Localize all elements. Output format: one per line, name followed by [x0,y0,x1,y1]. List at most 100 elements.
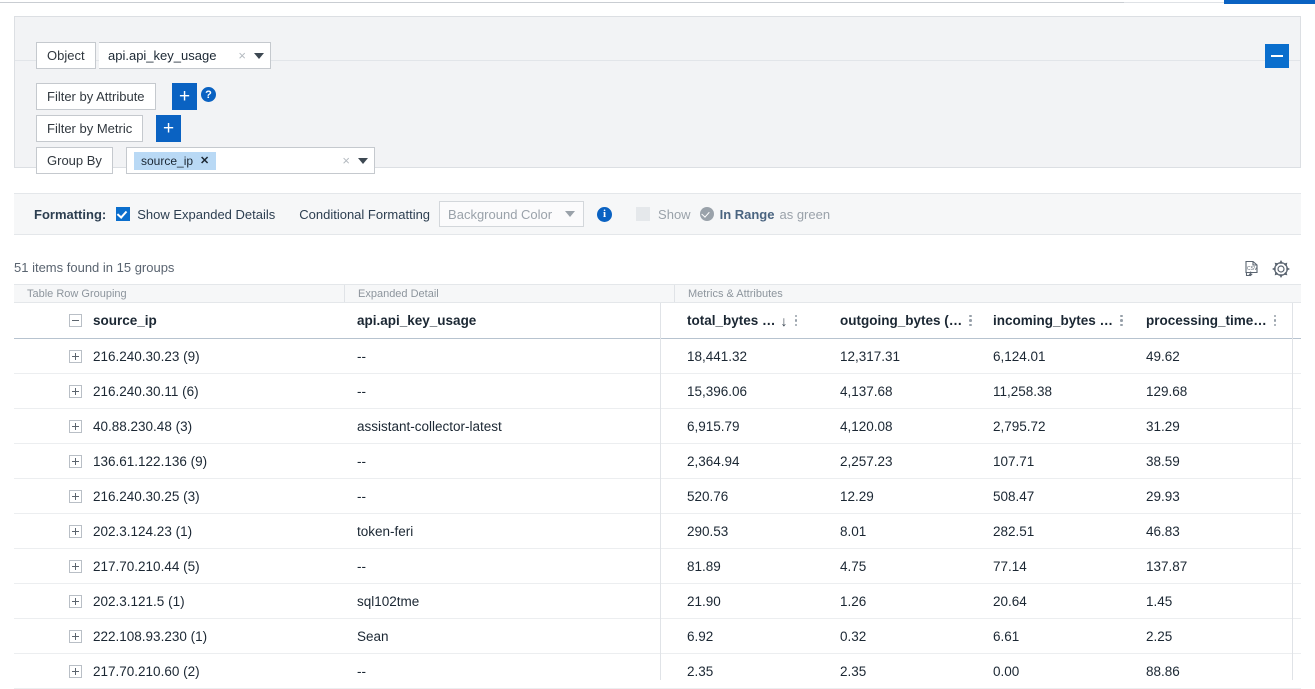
table-row[interactable]: 222.108.93.230 (1)Sean6.920.326.612.25 [14,619,1301,654]
cell-source-ip-label: 216.240.30.23 (9) [93,349,200,364]
column-header-expanded-detail[interactable]: api.api_key_usage [344,303,674,338]
column-header-processing-time[interactable]: processing_time… [1133,303,1286,338]
column-header-outgoing-bytes[interactable]: outgoing_bytes (… [827,303,980,338]
cell-incoming-bytes: 6,124.01 [980,349,1133,364]
show-expanded-details-label[interactable]: Show Expanded Details [137,207,275,222]
table-row[interactable]: 216.240.30.25 (3)--520.7612.29508.4729.9… [14,479,1301,514]
table-row[interactable]: 217.70.210.44 (5)--81.894.7577.14137.87 [14,549,1301,584]
cell-expanded-detail: -- [344,489,674,504]
cell-processing-time: 2.25 [1133,629,1286,644]
show-range-checkbox[interactable] [636,207,650,221]
chevron-down-icon[interactable] [565,211,575,217]
group-by-tag-source-ip[interactable]: source_ip ✕ [134,152,216,170]
column-header-source-ip[interactable]: source_ip [14,303,344,338]
group-header-metrics-attributes: Metrics & Attributes [674,285,1301,302]
group-by-select[interactable]: source_ip ✕ × [126,147,375,174]
expand-row-icon[interactable] [69,490,82,503]
cell-expanded-detail: -- [344,559,674,574]
cell-incoming-bytes: 11,258.38 [980,384,1133,399]
chevron-down-icon[interactable] [358,158,368,164]
expand-row-icon[interactable] [69,595,82,608]
help-icon[interactable]: ? [201,87,216,102]
group-header-expanded-detail: Expanded Detail [344,285,674,302]
formatting-toolbar: Formatting: Show Expanded Details Condit… [14,193,1301,235]
column-menu-icon[interactable] [795,315,798,327]
cell-incoming-bytes: 77.14 [980,559,1133,574]
cell-outgoing-bytes: 2,257.23 [827,454,980,469]
table-row[interactable]: 202.3.121.5 (1)sql102tme21.901.2620.641.… [14,584,1301,619]
add-metric-filter-button[interactable]: + [156,115,181,142]
chevron-down-icon[interactable] [254,53,264,59]
cell-processing-time: 29.93 [1133,489,1286,504]
cell-source-ip-label: 222.108.93.230 (1) [93,629,207,644]
show-range-label: Show [658,207,691,222]
column-header-total-bytes[interactable]: total_bytes … ↓ [674,303,827,338]
formatting-label: Formatting: [34,207,106,222]
expand-row-icon[interactable] [69,455,82,468]
top-window-strip [0,0,1315,4]
column-header-source-ip-label: source_ip [93,313,157,328]
top-divider-left [0,2,1124,3]
table-row[interactable]: 40.88.230.48 (3)assistant-collector-late… [14,409,1301,444]
column-header-total-bytes-label: total_bytes … [687,313,776,328]
cell-total-bytes: 18,441.32 [674,349,827,364]
expand-row-icon[interactable] [69,385,82,398]
expand-row-icon[interactable] [69,350,82,363]
table-row[interactable]: 136.61.122.136 (9)--2,364.942,257.23107.… [14,444,1301,479]
table-row[interactable]: 216.240.30.23 (9)--18,441.3212,317.316,1… [14,339,1301,374]
cell-source-ip-label: 216.240.30.11 (6) [93,384,199,399]
active-tab-indicator[interactable] [1224,0,1315,4]
background-color-select[interactable]: Background Color [439,201,584,227]
info-icon[interactable]: i [597,207,612,222]
cell-expanded-detail: -- [344,664,674,679]
cell-source-ip: 40.88.230.48 (3) [14,419,344,434]
object-select-value: api.api_key_usage [108,48,216,63]
cell-incoming-bytes: 282.51 [980,524,1133,539]
metric-column-headers: total_bytes … ↓ outgoing_bytes (… incomi… [674,303,1301,338]
table-settings-gear-icon[interactable] [1271,259,1291,284]
cell-source-ip: 136.61.122.136 (9) [14,454,344,469]
cell-processing-time: 88.86 [1133,664,1286,679]
column-menu-icon[interactable] [1120,315,1123,327]
cell-total-bytes: 15,396.06 [674,384,827,399]
cell-expanded-detail: token-feri [344,524,674,539]
object-clear-icon[interactable]: × [238,48,246,63]
cell-expanded-detail: Sean [344,629,674,644]
cell-total-bytes: 290.53 [674,524,827,539]
cell-incoming-bytes: 0.00 [980,664,1133,679]
cell-source-ip: 216.240.30.23 (9) [14,349,344,364]
expand-row-icon[interactable] [69,665,82,678]
table-row[interactable]: 217.70.210.60 (2)--2.352.350.0088.86 [14,654,1301,689]
cell-expanded-detail: -- [344,384,674,399]
cell-source-ip: 202.3.121.5 (1) [14,594,344,609]
cell-outgoing-bytes: 4.75 [827,559,980,574]
collapse-panel-button[interactable] [1265,44,1289,68]
table-row[interactable]: 216.240.30.11 (6)--15,396.064,137.6811,2… [14,374,1301,409]
show-expanded-details-checkbox[interactable] [116,207,130,221]
cell-total-bytes: 2,364.94 [674,454,827,469]
group-header-table-row-grouping: Table Row Grouping [14,285,344,302]
sort-descending-icon[interactable]: ↓ [781,313,788,329]
cell-processing-time: 38.59 [1133,454,1286,469]
column-menu-icon[interactable] [969,315,972,327]
collapse-all-icon[interactable] [69,314,82,327]
cell-total-bytes: 6,915.79 [674,419,827,434]
export-csv-icon[interactable]: CSV [1242,259,1262,284]
group-by-clear-icon[interactable]: × [342,153,350,168]
in-range-label: In Range [720,207,775,222]
column-header-incoming-bytes[interactable]: incoming_bytes … [980,303,1133,338]
expand-row-icon[interactable] [69,560,82,573]
expand-row-icon[interactable] [69,420,82,433]
group-by-tag-remove-icon[interactable]: ✕ [200,154,209,167]
results-table: Table Row Grouping Expanded Detail Metri… [14,284,1301,689]
cell-outgoing-bytes: 1.26 [827,594,980,609]
expand-row-icon[interactable] [69,525,82,538]
expand-row-icon[interactable] [69,630,82,643]
column-menu-icon[interactable] [1274,315,1277,327]
column-header-outgoing-bytes-label: outgoing_bytes (… [840,313,962,328]
add-attribute-filter-button[interactable]: + [172,83,197,110]
object-select[interactable]: api.api_key_usage × [99,42,271,69]
in-range-check-icon[interactable] [700,207,714,221]
cell-expanded-detail: -- [344,349,674,364]
table-row[interactable]: 202.3.124.23 (1)token-feri290.538.01282.… [14,514,1301,549]
